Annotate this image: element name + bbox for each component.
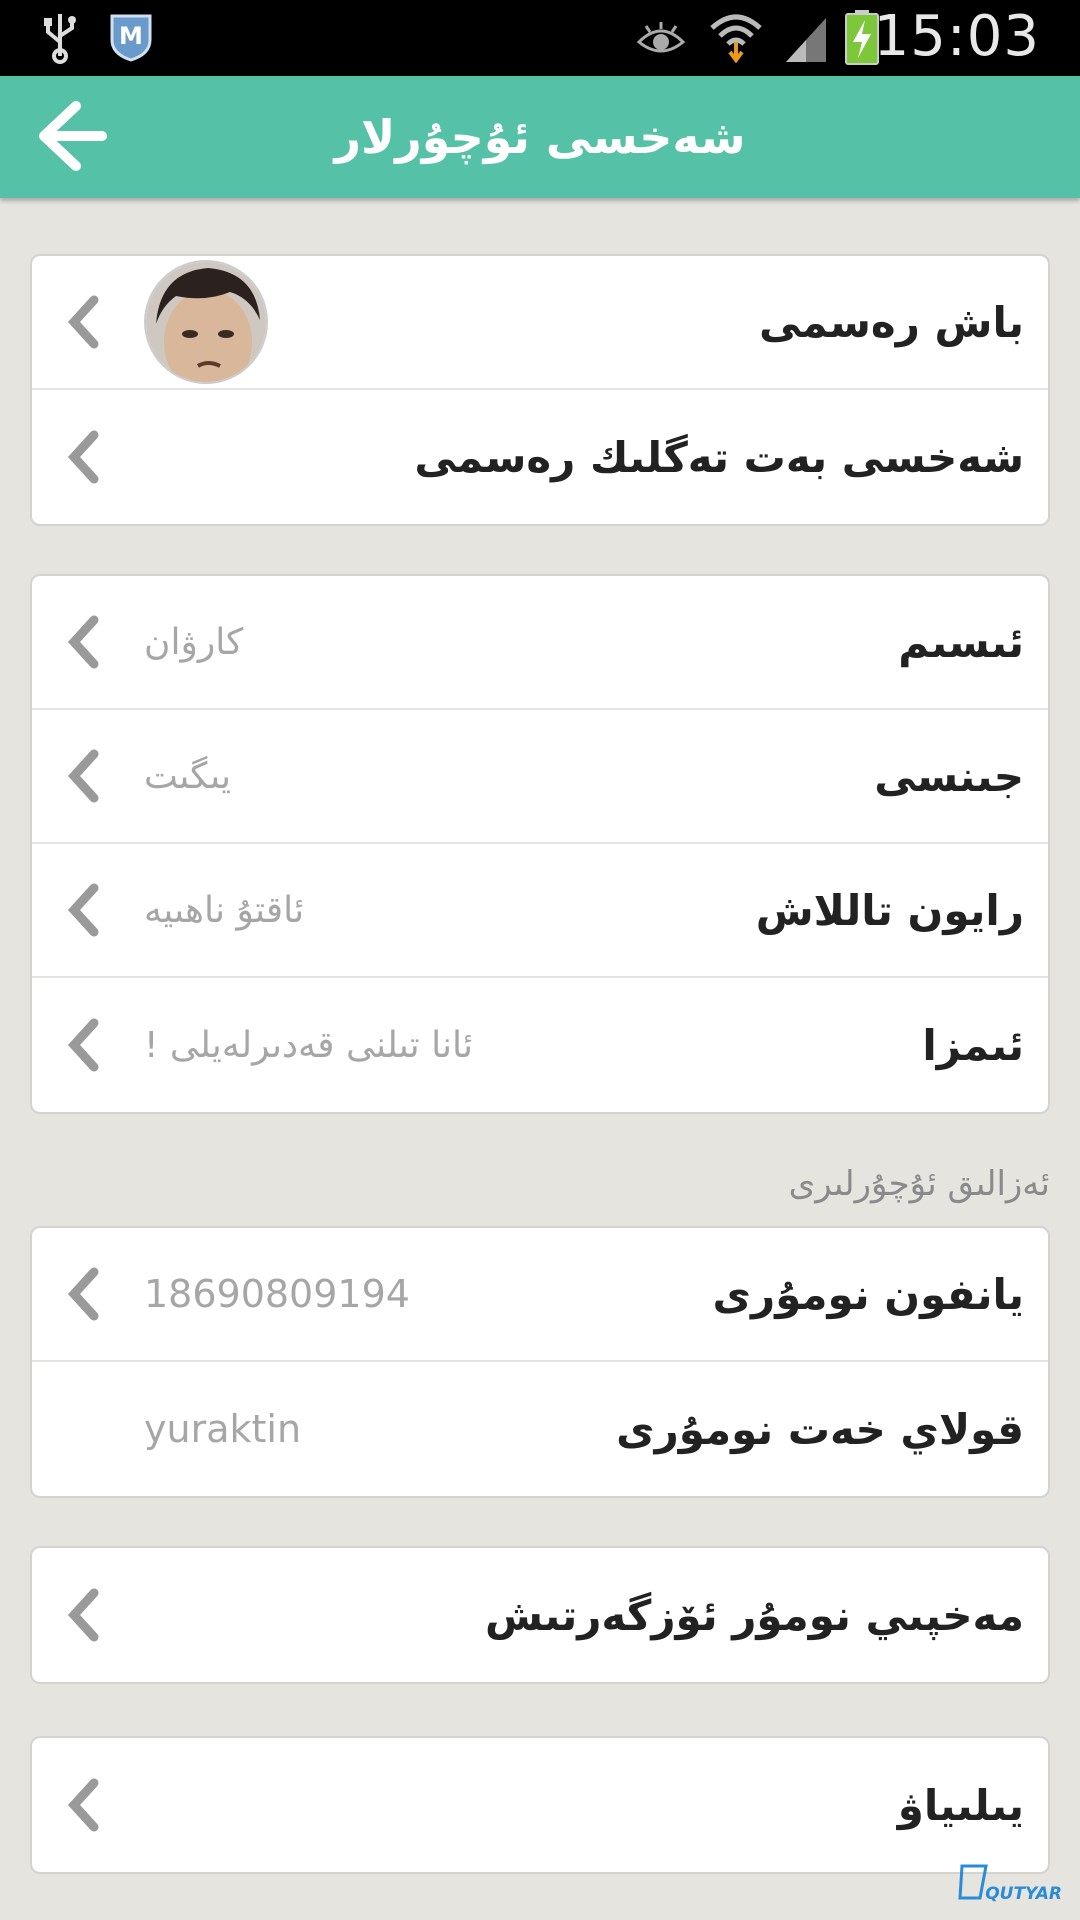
chevron-left-icon	[67, 749, 99, 803]
watermark-text: QUTYAR	[985, 1884, 1062, 1904]
name-value: كارۋان	[144, 621, 244, 663]
account-label: قولاي خەت نومۇرى	[616, 1404, 1024, 1454]
signature-label: ئىمزا	[922, 1020, 1024, 1070]
chevron-left-icon	[67, 1018, 99, 1072]
security-app-icon: M	[110, 14, 152, 62]
bind-row[interactable]: يىلىياۋ	[32, 1738, 1048, 1872]
gender-value: يىگىت	[144, 755, 231, 797]
signature-row[interactable]: ئىمزا ئانا تىلنى قەدىرلەيلى !	[32, 978, 1048, 1112]
usb-icon	[44, 14, 76, 64]
avatar-row[interactable]: باش رەسمى	[32, 256, 1048, 390]
chevron-left-icon	[67, 1778, 99, 1832]
watermark-logo: QUTYAR	[956, 1858, 1066, 1908]
change-password-row[interactable]: مەخپىي نومۇر ئۆزگەرتىش	[32, 1548, 1048, 1682]
status-bar: M 15:03	[0, 0, 1080, 76]
arrow-left-icon[interactable]	[36, 100, 108, 172]
change-password-label: مەخپىي نومۇر ئۆزگەرتىش	[484, 1590, 1024, 1640]
chevron-left-icon	[67, 883, 99, 937]
avatar-card: باش رەسمى شەخسى بەت تەگلىك رەسمى	[30, 254, 1050, 526]
profile-card: ئىسىم كارۋان جىنسى يىگىت رايون تاللاش ئا…	[30, 574, 1050, 1114]
bind-label: يىلىياۋ	[897, 1780, 1024, 1830]
cover-photo-row[interactable]: شەخسى بەت تەگلىك رەسمى	[32, 390, 1048, 524]
phone-row[interactable]: يانفون نومۇرى 18690809194	[32, 1228, 1048, 1362]
account-value: yuraktin	[144, 1407, 302, 1451]
cover-photo-label: شەخسى بەت تەگلىك رەسمى	[414, 432, 1024, 482]
name-label: ئىسىم	[898, 617, 1024, 667]
chevron-left-icon	[67, 1267, 99, 1321]
avatar	[144, 260, 268, 384]
avatar-label: باش رەسمى	[758, 297, 1024, 347]
region-row[interactable]: رايون تاللاش ئاقتۇ ناھىيە	[32, 844, 1048, 978]
phone-value: 18690809194	[144, 1272, 410, 1316]
region-label: رايون تاللاش	[755, 885, 1024, 935]
account-row: قولاي خەت نومۇرى yuraktin	[32, 1362, 1048, 1496]
phone-label: يانفون نومۇرى	[712, 1269, 1024, 1319]
contact-card: يانفون نومۇرى 18690809194 قولاي خەت نومۇ…	[30, 1226, 1050, 1498]
password-card: مەخپىي نومۇر ئۆزگەرتىش	[30, 1546, 1050, 1684]
name-row[interactable]: ئىسىم كارۋان	[32, 576, 1048, 710]
app-header: شەخسى ئۇچۇرلار	[0, 76, 1080, 198]
chevron-left-icon	[67, 1588, 99, 1642]
page-title: شەخسى ئۇچۇرلار	[334, 110, 746, 164]
bind-card: يىلىياۋ	[30, 1736, 1050, 1874]
svg-text:M: M	[119, 22, 143, 50]
gender-row[interactable]: جىنسى يىگىت	[32, 710, 1048, 844]
chevron-left-icon	[67, 430, 99, 484]
status-time: 15:03	[873, 4, 1040, 69]
wifi-icon	[710, 14, 762, 64]
signal-icon	[786, 18, 826, 62]
gender-label: جىنسى	[874, 751, 1024, 801]
eye-icon	[636, 22, 686, 53]
chevron-left-icon	[67, 615, 99, 669]
chevron-left-icon	[67, 295, 99, 349]
region-value: ئاقتۇ ناھىيە	[144, 889, 305, 931]
section-label-membership: ئەزالىق ئۇچۇرلىرى	[788, 1164, 1050, 1204]
signature-value: ئانا تىلنى قەدىرلەيلى !	[144, 1024, 474, 1066]
